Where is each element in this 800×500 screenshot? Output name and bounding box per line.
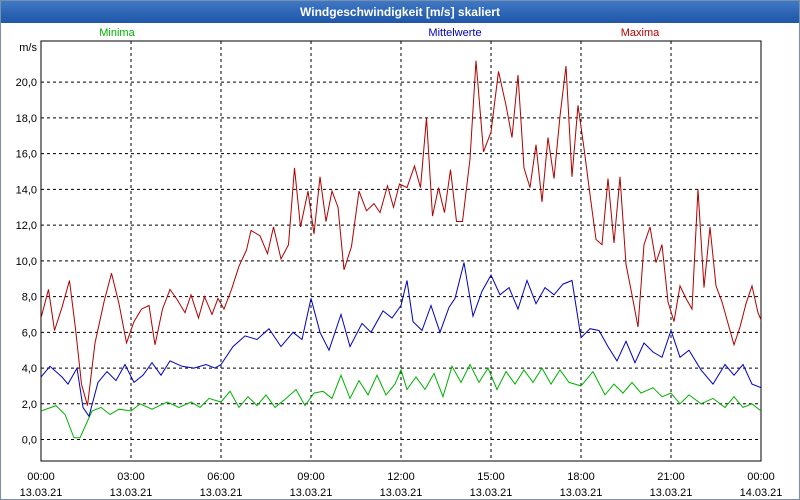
- y-axis-unit-label: m/s: [19, 42, 37, 54]
- y-tick-label: 18,0: [16, 113, 37, 125]
- x-tick-date-label: 13.03.21: [200, 487, 243, 499]
- y-tick-label: 12,0: [16, 220, 37, 232]
- x-tick-date-label: 13.03.21: [110, 487, 153, 499]
- x-tick-time-label: 03:00: [117, 471, 145, 483]
- x-tick-time-label: 12:00: [387, 471, 415, 483]
- x-tick-date-label: 13.03.21: [470, 487, 513, 499]
- y-tick-label: 4,0: [22, 363, 37, 375]
- x-tick-date-label: 13.03.21: [650, 487, 693, 499]
- x-tick-date-label: 13.03.21: [290, 487, 333, 499]
- y-tick-label: 8,0: [22, 292, 37, 304]
- x-tick-time-label: 06:00: [207, 471, 235, 483]
- x-tick-time-label: 21:00: [657, 471, 685, 483]
- y-tick-label: 16,0: [16, 149, 37, 161]
- x-tick-time-label: 00:00: [27, 471, 55, 483]
- x-tick-date-label: 14.03.21: [740, 487, 783, 499]
- y-tick-label: 10,0: [16, 256, 37, 268]
- line-chart: 0,0 2,0 4,0 6,0 8,0 10,0 12,0 14,0 16,0 18,0 20,0 m…: [16, 27, 783, 499]
- y-tick-label: 6,0: [22, 327, 37, 339]
- x-tick-time-label: 09:00: [297, 471, 325, 483]
- x-tick-time-label: 00:00: [747, 471, 775, 483]
- y-tick-label: 14,0: [16, 184, 37, 196]
- y-tick-label: 20,0: [16, 77, 37, 89]
- y-tick-label: 0,0: [22, 435, 37, 447]
- x-tick-date-label: 13.03.21: [380, 487, 423, 499]
- x-tick-time-label: 18:00: [567, 471, 595, 483]
- x-tick-date-label: 13.03.21: [560, 487, 603, 499]
- x-tick-time-label: 15:00: [477, 471, 505, 483]
- legend-item-mittelwerte: Mittelwerte: [428, 27, 481, 39]
- chart-window: Windgeschwindigkeit [m/s] skaliert 0,0 2,…: [0, 0, 800, 500]
- x-tick-date-label: 13.03.21: [20, 487, 63, 499]
- legend-item-maxima: Maxima: [621, 27, 660, 39]
- y-tick-label: 2,0: [22, 399, 37, 411]
- legend-item-minima: Minima: [99, 27, 135, 39]
